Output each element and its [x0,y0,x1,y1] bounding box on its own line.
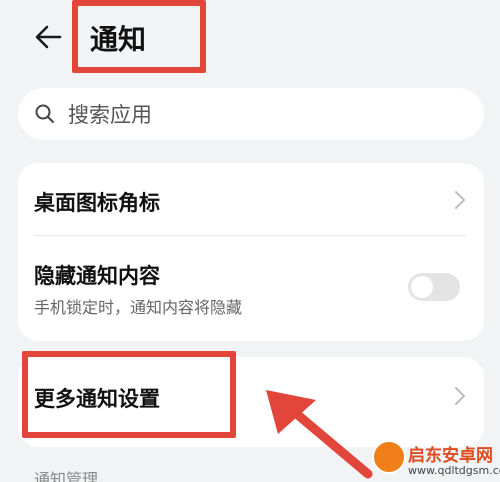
section-header-notification-management: 通知管理 [34,470,99,482]
annotation-arrow-icon [266,390,373,479]
back-button[interactable] [32,20,66,54]
watermark-icon [372,440,406,474]
hide-content-description: 手机锁定时，通知内容将隐藏 [34,298,243,317]
watermark-logo: 启东安卓网 www.qdltdgsm.com [372,440,500,482]
watermark-url: www.qdltdgsm.com [408,464,500,477]
annotation-highlight-title [72,0,206,73]
search-icon [35,104,54,123]
chevron-right-icon [455,387,465,405]
watermark-title: 启东安卓网 [408,446,493,466]
search-placeholder: 搜索应用 [68,103,152,127]
chevron-right-icon [455,191,465,209]
notification-options-card: 桌面图标角标 隐藏通知内容 手机锁定时，通知内容将隐藏 [18,163,484,341]
hide-content-label: 隐藏通知内容 [34,264,160,288]
annotation-highlight-more-settings [22,351,236,438]
toggle-knob [411,276,433,298]
search-input[interactable]: 搜索应用 [18,88,484,140]
hide-content-toggle[interactable] [408,273,460,301]
desktop-badge-row[interactable]: 桌面图标角标 [18,163,484,235]
notification-settings-page: 通知 搜索应用 桌面图标角标 隐藏通知内容 手机锁定时，通知内容将隐藏 更多通知… [0,0,500,482]
desktop-badge-label: 桌面图标角标 [34,191,160,215]
back-arrow-icon [35,25,62,49]
